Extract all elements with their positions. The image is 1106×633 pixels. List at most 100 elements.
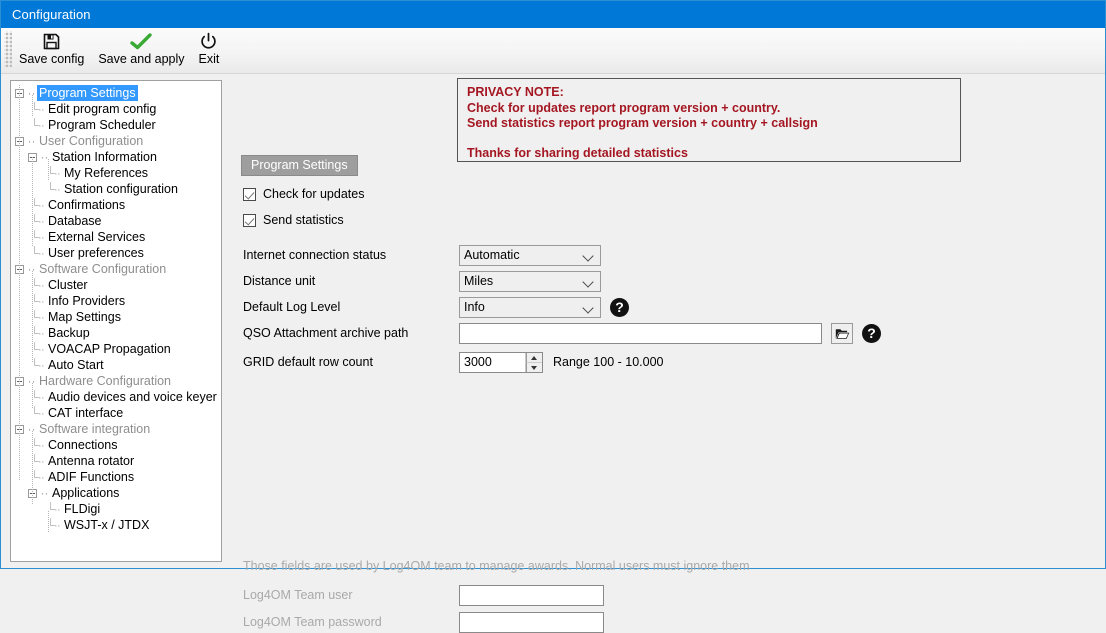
- grid-default-row-count-label: GRID default row count: [243, 355, 373, 369]
- log4om-team-password-label: Log4OM Team password: [243, 615, 382, 629]
- qso-attachment-archive-path-label: QSO Attachment archive path: [243, 326, 409, 340]
- stepper-down-button[interactable]: [526, 362, 542, 372]
- log4om-team-user-label: Log4OM Team user: [243, 588, 353, 602]
- grid-default-row-count-value[interactable]: 3000: [460, 353, 525, 372]
- tree-connector: └··: [46, 517, 61, 532]
- tree-guide-line: [32, 431, 33, 505]
- send-statistics-label: Send statistics: [263, 213, 344, 227]
- save-config-label: Save config: [19, 52, 85, 66]
- tree-item-wsjt-x-jtdx[interactable]: └·· WSJT-x / JTDX: [11, 517, 221, 533]
- tree-item-program-scheduler[interactable]: └·· Program Scheduler: [11, 117, 221, 133]
- check-for-updates-row[interactable]: Check for updates: [243, 187, 364, 201]
- tree-connector: └··: [30, 469, 45, 484]
- tree-item-label: Program Settings: [37, 85, 138, 101]
- tree-item-database[interactable]: └·· Database: [11, 213, 221, 229]
- distance-unit-label: Distance unit: [243, 274, 316, 288]
- tree-connector: └··: [46, 165, 61, 180]
- tree-item-connections[interactable]: └·· Connections: [11, 437, 221, 453]
- tree-connector: └··: [30, 341, 45, 356]
- tree-guide-line: [19, 85, 20, 480]
- browse-folder-button[interactable]: [831, 322, 853, 344]
- tree-connector: └··: [46, 501, 61, 516]
- tree-connector: └··: [30, 405, 45, 420]
- check-for-updates-label: Check for updates: [263, 187, 365, 201]
- tree-item-label: Station configuration: [64, 182, 178, 196]
- tree-connector: └··: [30, 453, 45, 468]
- tree-item-label: Station Information: [52, 150, 157, 164]
- tree-connector: └··: [30, 293, 45, 308]
- log4om-team-password-input[interactable]: [459, 611, 604, 633]
- tree-item-station-information[interactable]: ·· Station Information: [11, 149, 221, 165]
- tree-item-my-references[interactable]: └·· My References: [11, 165, 221, 181]
- save-and-apply-button[interactable]: Save and apply: [91, 28, 191, 71]
- stepper-up-button[interactable]: [526, 352, 542, 363]
- tree-item-station-configuration[interactable]: └·· Station configuration: [11, 181, 221, 197]
- send-statistics-row[interactable]: Send statistics: [243, 213, 344, 227]
- tree-item-cat-interface[interactable]: └·· CAT interface: [11, 405, 221, 421]
- tree-connector: └··: [30, 309, 45, 324]
- tree-guide-line: [32, 383, 33, 409]
- tree-item-label: User Configuration: [39, 134, 144, 148]
- tree-connector: └··: [30, 325, 45, 340]
- default-log-level-label: Default Log Level: [243, 300, 341, 314]
- tree-item-hardware-configuration[interactable]: ·· Hardware Configuration: [11, 373, 221, 389]
- qso-attachment-archive-path-input[interactable]: [459, 322, 822, 344]
- tree-item-audio-devices-and-voice-keyer[interactable]: └·· Audio devices and voice keyer: [11, 389, 221, 405]
- save-config-button[interactable]: Save config: [12, 28, 91, 71]
- tree-item-label: Cluster: [48, 278, 88, 292]
- send-statistics-checkbox[interactable]: [243, 213, 256, 227]
- tree-connector: └··: [30, 213, 45, 228]
- default-log-level-row: Default Log Level Info ?: [243, 296, 629, 318]
- tree-item-label: Edit program config: [48, 102, 157, 116]
- tree-item-label: Applications: [52, 486, 120, 500]
- tree-item-label: ADIF Functions: [48, 470, 135, 484]
- tree-guide-line: [32, 157, 33, 247]
- tree-item-applications[interactable]: ·· Applications: [11, 485, 221, 501]
- tree-connector: └··: [30, 357, 45, 372]
- tree-item-voacap-propagation[interactable]: └·· VOACAP Propagation: [11, 341, 221, 357]
- default-log-level-select-wrap: Info: [459, 296, 601, 318]
- tree-item-antenna-rotator[interactable]: └·· Antenna rotator: [11, 453, 221, 469]
- tree-item-auto-start[interactable]: └·· Auto Start: [11, 357, 221, 373]
- tree-item-label: Confirmations: [48, 198, 126, 212]
- tree-item-adif-functions[interactable]: └·· ADIF Functions: [11, 469, 221, 485]
- exit-label: Exit: [198, 52, 220, 66]
- tree-item-cluster[interactable]: └·· Cluster: [11, 277, 221, 293]
- tree-item-software-configuration[interactable]: ·· Software Configuration: [11, 261, 221, 277]
- tree-connector: ··: [40, 485, 49, 500]
- tree-connector: └··: [30, 101, 45, 116]
- tree-connector: ··: [27, 133, 36, 148]
- window-body: ·· Program Settings └·· Edit program config…: [1, 74, 1105, 633]
- tree-item-label: Backup: [48, 326, 90, 340]
- log4om-team-user-row: Log4OM Team user: [243, 584, 604, 606]
- navigation-tree-panel[interactable]: ·· Program Settings └·· Edit program config…: [10, 80, 222, 562]
- toolbar-grip-handle[interactable]: [4, 31, 12, 67]
- tree-item-label: Info Providers: [48, 294, 126, 308]
- archive-path-help-icon[interactable]: ?: [862, 323, 881, 343]
- tree-item-program-settings[interactable]: ·· Program Settings: [11, 85, 221, 101]
- tree-item-software-integration[interactable]: ·· Software integration: [11, 421, 221, 437]
- tree-item-user-configuration[interactable]: ·· User Configuration: [11, 133, 221, 149]
- privacy-note-line-4: Thanks for sharing detailed statistics: [467, 145, 688, 160]
- tree-item-fldigi[interactable]: └·· FLDigi: [11, 501, 221, 517]
- check-for-updates-checkbox[interactable]: [243, 187, 256, 201]
- tree-item-edit-program-config[interactable]: └·· Edit program config: [11, 101, 221, 117]
- tree-connector: └··: [30, 197, 45, 212]
- distance-unit-select-wrap: Miles: [459, 270, 601, 292]
- tree-item-label: Program Scheduler: [48, 118, 156, 132]
- default-log-level-select[interactable]: Info: [459, 296, 601, 318]
- tree-item-map-settings[interactable]: └·· Map Settings: [11, 309, 221, 325]
- tree-item-confirmations[interactable]: └·· Confirmations: [11, 197, 221, 213]
- grid-default-row-count-stepper[interactable]: 3000: [459, 351, 543, 373]
- tree-item-info-providers[interactable]: └·· Info Providers: [11, 293, 221, 309]
- tree-item-user-preferences[interactable]: └·· User preferences: [11, 245, 221, 261]
- distance-unit-select[interactable]: Miles: [459, 270, 601, 292]
- log4om-team-password-row: Log4OM Team password: [243, 611, 604, 633]
- tree-item-backup[interactable]: └·· Backup: [11, 325, 221, 341]
- log-level-help-icon[interactable]: ?: [610, 297, 629, 317]
- internet-connection-status-select[interactable]: Automatic: [459, 244, 601, 266]
- tree-item-external-services[interactable]: └·· External Services: [11, 229, 221, 245]
- exit-button[interactable]: Exit: [192, 28, 227, 71]
- team-section-note: Those fields are used by Log4OM team to …: [243, 559, 750, 573]
- log4om-team-user-input[interactable]: [459, 584, 604, 606]
